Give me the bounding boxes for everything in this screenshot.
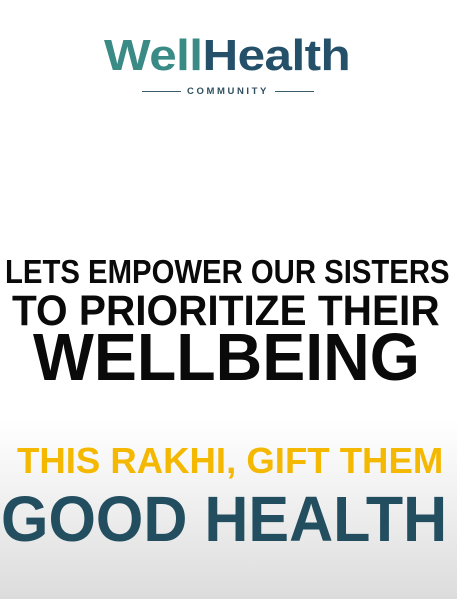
logo-subtitle-text: COMMUNITY: [187, 86, 269, 97]
tagline-line-2: GOOD HEALTH: [1, 482, 448, 555]
logo-health: Health: [202, 31, 351, 80]
logo-subtitle: COMMUNITY: [142, 86, 315, 97]
logo-well: Well: [104, 31, 203, 80]
divider: [275, 90, 315, 93]
divider: [142, 90, 182, 93]
logo-wordmark: WellHealth: [104, 31, 351, 80]
tagline-line-1: THIS RAKHI, GIFT THEM: [17, 440, 444, 482]
headline-line-1: LETS EMPOWER OUR SISTERS: [5, 253, 450, 291]
headline-line-3: WELLBEING: [33, 321, 420, 396]
